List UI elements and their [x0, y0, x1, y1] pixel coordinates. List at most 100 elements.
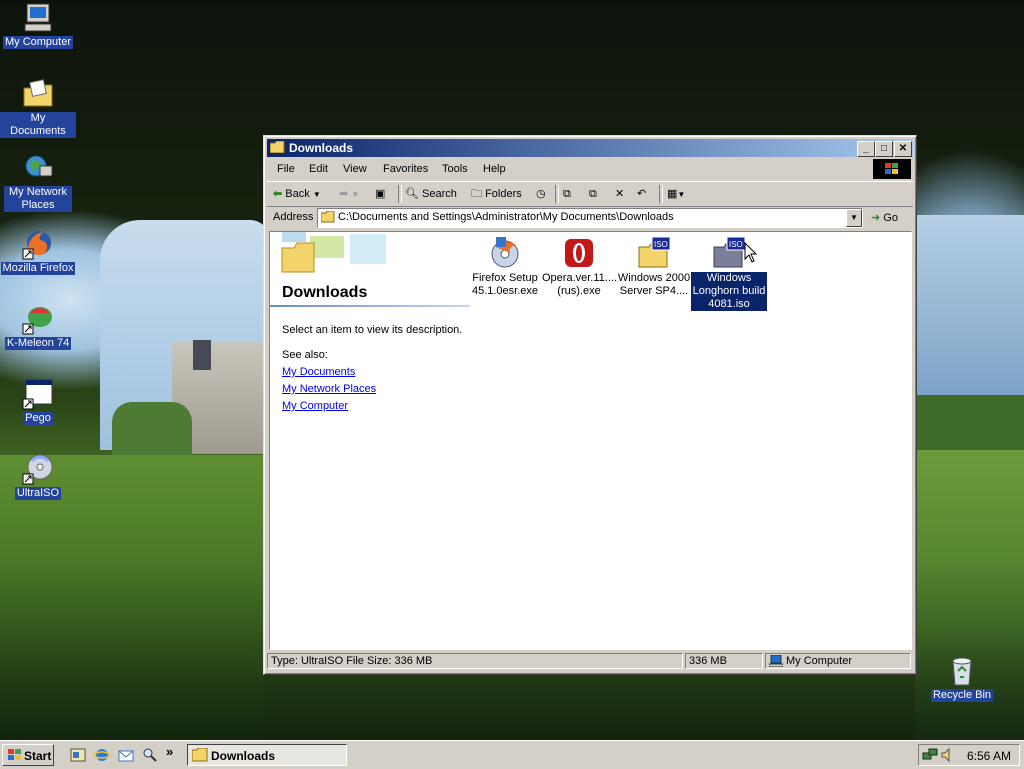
- undo-button[interactable]: ↶: [637, 185, 646, 203]
- back-button[interactable]: ⬅ Back ▼: [273, 185, 321, 203]
- history-icon: ◷: [536, 188, 546, 200]
- ultraiso-icon: [22, 453, 54, 485]
- chevron-down-icon: ▼: [351, 190, 360, 199]
- file-name-line: 4081.iso: [708, 298, 750, 310]
- search-icon: 🔍︎: [405, 188, 419, 200]
- file-name: Firefox Setup 45.1.0esr.exe: [467, 272, 543, 298]
- wallpaper-sky-right: [915, 215, 1024, 405]
- windows-logo-icon: [6, 748, 22, 765]
- chevron-right-icon[interactable]: »: [166, 744, 173, 759]
- title-bar[interactable]: Downloads _ □ ✕: [267, 139, 913, 157]
- search-label: Search: [422, 188, 457, 200]
- desktop-icon-label: My Computer: [2, 36, 74, 49]
- go-label: Go: [883, 212, 898, 224]
- clock[interactable]: 6:56 AM: [967, 749, 1011, 763]
- menu-edit[interactable]: Edit: [309, 163, 328, 175]
- link-my-documents[interactable]: My Documents: [282, 366, 355, 378]
- search-button[interactable]: 🔍︎ Search: [405, 185, 457, 203]
- forward-button[interactable]: ➡ ▼: [339, 185, 359, 203]
- folders-button[interactable]: 🗀 Folders: [471, 185, 522, 203]
- minimize-icon: _: [863, 143, 869, 154]
- copy-to-icon: ⧉: [589, 188, 597, 200]
- internet-explorer-icon[interactable]: [93, 747, 111, 763]
- close-button[interactable]: ✕: [894, 141, 912, 157]
- file-name-line: Server SP4....: [619, 285, 689, 297]
- desktop-icon-pego[interactable]: Pego: [0, 378, 76, 425]
- window-title: Downloads: [289, 141, 354, 155]
- desktop-icon-firefox[interactable]: Mozilla Firefox: [0, 228, 76, 275]
- my-computer-icon: [768, 654, 784, 668]
- volume-tray-icon[interactable]: [940, 747, 956, 766]
- my-computer-icon: [22, 2, 54, 34]
- link-my-computer[interactable]: My Computer: [282, 400, 348, 412]
- toolbar-separator: [555, 185, 559, 203]
- desktop-icon-my-computer[interactable]: My Computer: [0, 2, 76, 49]
- folder-icon: [269, 140, 285, 154]
- folder-view[interactable]: Downloads Select an item to view its des…: [269, 231, 912, 650]
- menu-view[interactable]: View: [343, 163, 367, 175]
- desktop-icon-k-meleon[interactable]: K-Meleon 74: [0, 303, 76, 350]
- file-item[interactable]: Opera.ver.11.... (rus).exe: [541, 237, 617, 298]
- wallpaper-trees-right: [915, 395, 1024, 450]
- address-dropdown-button[interactable]: ▼: [846, 209, 862, 227]
- desktop-icon-ultraiso[interactable]: UltraISO: [0, 453, 76, 500]
- taskbar-button-label: Downloads: [211, 749, 276, 763]
- close-icon: ✕: [898, 143, 908, 154]
- desktop-icon-recycle-bin[interactable]: Recycle Bin: [924, 655, 1000, 702]
- folder-icon: [320, 210, 335, 223]
- file-name-line: Windows: [706, 272, 752, 284]
- taskbar: Start » Downloads 6:56 AM: [0, 740, 1024, 769]
- outlook-express-icon[interactable]: [118, 747, 134, 763]
- search-icon[interactable]: [142, 747, 158, 763]
- explorer-window[interactable]: Downloads _ □ ✕ File Edit View Favorites…: [263, 135, 917, 675]
- start-button[interactable]: Start: [2, 744, 54, 766]
- taskbar-button-downloads[interactable]: Downloads: [187, 744, 347, 766]
- show-desktop-icon[interactable]: [70, 747, 86, 763]
- file-name-line: (rus).exe: [557, 285, 601, 297]
- address-input[interactable]: C:\Documents and Settings\Administrator\…: [317, 208, 863, 228]
- status-bar: Type: UltraISO File Size: 336 MB 336 MB …: [267, 652, 913, 670]
- history-button[interactable]: ◷: [536, 185, 546, 203]
- menu-file[interactable]: File: [277, 163, 295, 175]
- minimize-button[interactable]: _: [857, 141, 875, 157]
- delete-button[interactable]: ✕: [615, 185, 624, 203]
- toolbar-separator: [398, 185, 402, 203]
- link-my-network-places[interactable]: My Network Places: [282, 383, 376, 395]
- file-item[interactable]: Firefox Setup 45.1.0esr.exe: [467, 237, 543, 298]
- copy-to-button[interactable]: ⧉: [589, 185, 597, 203]
- move-to-button[interactable]: ⧉: [563, 185, 571, 203]
- file-name: Windows 2000 Server SP4....: [616, 272, 692, 298]
- wallpaper-trees: [112, 402, 192, 462]
- menu-tools[interactable]: Tools: [442, 163, 468, 175]
- up-folder-button[interactable]: ▣: [375, 185, 385, 203]
- desktop-icon-label: My Network Places: [4, 186, 72, 212]
- file-name: Opera.ver.11.... (rus).exe: [541, 272, 617, 298]
- desktop-icon-label: Pego: [23, 412, 53, 425]
- menu-favorites[interactable]: Favorites: [383, 163, 428, 175]
- move-to-icon: ⧉: [563, 188, 571, 200]
- network-places-icon: [22, 152, 54, 184]
- file-name-line: Longhorn build: [692, 285, 766, 297]
- pego-icon: [22, 378, 54, 410]
- views-button[interactable]: ▦▼: [667, 185, 685, 203]
- firefox-icon: [22, 228, 54, 260]
- folder-title: Downloads: [282, 284, 368, 301]
- desktop-icon-network-places[interactable]: My Network Places: [0, 152, 76, 212]
- toolbar: ⬅ Back ▼ ➡ ▼ ▣ 🔍︎ Search 🗀 Folders ◷ ⧉ ⧉…: [267, 181, 913, 207]
- chevron-down-icon: ▼: [312, 190, 321, 199]
- toolbar-separator: [659, 185, 663, 203]
- maximize-button[interactable]: □: [875, 141, 893, 157]
- status-info: Type: UltraISO File Size: 336 MB: [267, 653, 683, 669]
- go-button[interactable]: ➜ Go: [871, 211, 898, 224]
- firefox-setup-icon: [488, 237, 522, 269]
- delete-icon: ✕: [615, 188, 625, 200]
- address-label: Address: [273, 211, 314, 223]
- address-value: C:\Documents and Settings\Administrator\…: [338, 211, 674, 223]
- desktop-icon-my-documents[interactable]: My Documents: [0, 78, 76, 138]
- menu-help[interactable]: Help: [483, 163, 506, 175]
- file-item[interactable]: ISO Windows 2000 Server SP4....: [616, 236, 692, 298]
- menu-bar: File Edit View Favorites Tools Help: [267, 159, 913, 179]
- network-tray-icon[interactable]: [922, 747, 938, 766]
- desktop-icon-label: My Documents: [0, 112, 76, 138]
- back-arrow-icon: ⬅: [273, 188, 283, 200]
